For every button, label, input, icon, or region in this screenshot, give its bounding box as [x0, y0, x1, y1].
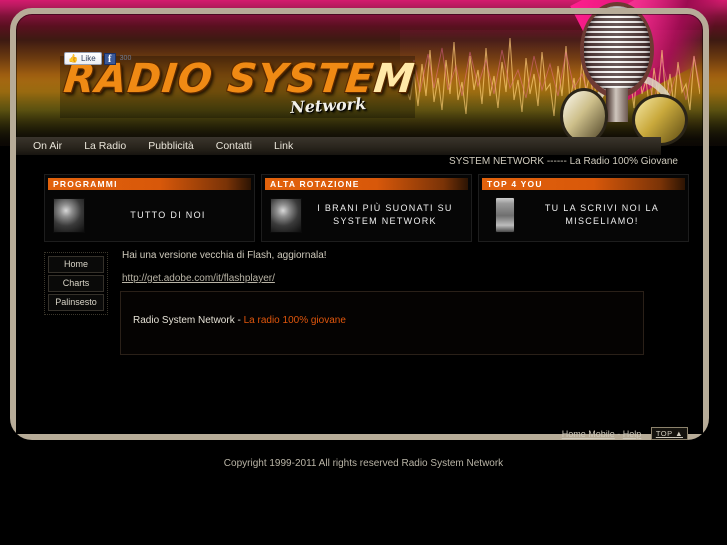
feature-text-programmi: Tutto di noi — [130, 209, 206, 220]
nav-item-pubblicita[interactable]: Pubblicità — [137, 137, 205, 155]
flash-player-download-link[interactable]: http://get.adobe.com/it/flashplayer/ — [122, 273, 275, 284]
chevron-up-icon: ▲ — [675, 429, 683, 438]
sidebar-item-palinsesto[interactable]: Palinsesto — [48, 294, 104, 311]
mobile-phone-thumbnail-icon — [495, 197, 515, 233]
feature-caption-programmi: Programmi — [48, 178, 251, 190]
thumbs-up-icon: 👍 — [68, 54, 78, 63]
main-content-area: On Air La Radio Pubblicità Contatti Link… — [16, 137, 703, 440]
feature-box-alta-rotazione[interactable]: Alta Rotazione I Brani più suonati su Sy… — [261, 174, 472, 242]
page-root: RADIO SYSTEM Network 👍 Like f 300 On Air… — [0, 0, 727, 545]
programmi-thumbnail-icon — [53, 197, 85, 233]
facebook-like-widget[interactable]: 👍 Like f 300 — [64, 52, 131, 65]
footer-link-separator: - — [614, 429, 623, 439]
facebook-like-label: Like — [80, 54, 96, 63]
flash-outdated-message: Hai una versione vecchia di Flash, aggio… — [122, 250, 327, 261]
feature-caption-top-4-you: Top 4 you — [482, 178, 685, 190]
scroll-to-top-label: TOP — [655, 429, 673, 438]
footer-link-help[interactable]: Help — [623, 429, 642, 439]
site-logo: RADIO SYSTEM Network — [60, 56, 418, 118]
microphone-headphones-graphic — [556, 2, 726, 146]
feature-text-alta-rotazione: I Brani più suonati su System Network — [317, 203, 453, 226]
footer-links: Home Mobile - Help TOP ▲ — [16, 427, 688, 440]
copyright-notice: Copyright 1999-2011 All rights reserved … — [223, 458, 504, 469]
facebook-like-button[interactable]: 👍 Like — [64, 52, 102, 65]
facebook-icon[interactable]: f — [103, 52, 116, 65]
sidebar-item-charts[interactable]: Charts — [48, 275, 104, 292]
player-station-name: Radio System Network - — [133, 315, 244, 326]
sidebar-item-home[interactable]: Home — [48, 256, 104, 273]
facebook-like-count: 300 — [119, 55, 132, 62]
feature-text-top-4-you: Tu la scrivi noi la Misceliamo! — [544, 203, 660, 226]
alta-rotazione-thumbnail-icon — [270, 197, 302, 233]
nav-item-on-air[interactable]: On Air — [16, 137, 73, 155]
nav-item-link[interactable]: Link — [263, 137, 304, 155]
nav-item-contatti[interactable]: Contatti — [205, 137, 263, 155]
microphone-head — [584, 6, 650, 92]
feature-box-programmi[interactable]: Programmi Tutto di noi — [44, 174, 255, 242]
headphone-cup-left — [560, 88, 608, 144]
player-station-slogan: La radio 100% giovane — [243, 315, 346, 326]
feature-box-row: Programmi Tutto di noi Alta Rotazione I … — [44, 174, 689, 242]
logo-sub-text: Network — [289, 94, 367, 117]
news-ticker: SYSTEM NETWORK ------ La Radio 100% Giov… — [449, 156, 678, 167]
radio-player-box[interactable]: Radio System Network - La radio 100% gio… — [120, 291, 644, 355]
player-station-text: Radio System Network - La radio 100% gio… — [133, 315, 346, 326]
feature-caption-alta-rotazione: Alta Rotazione — [265, 178, 468, 190]
main-navigation: On Air La Radio Pubblicità Contatti Link — [16, 137, 661, 155]
nav-item-la-radio[interactable]: La Radio — [73, 137, 137, 155]
logo-main-bright-letter: M — [371, 56, 418, 102]
feature-box-top-4-you[interactable]: Top 4 you Tu la scrivi noi la Misceliamo… — [478, 174, 689, 242]
footer-link-home-mobile[interactable]: Home Mobile — [562, 429, 615, 439]
microphone-stem — [606, 88, 628, 122]
left-sidebar: Home Charts Palinsesto — [44, 252, 108, 315]
scroll-to-top-button[interactable]: TOP ▲ — [650, 427, 688, 440]
